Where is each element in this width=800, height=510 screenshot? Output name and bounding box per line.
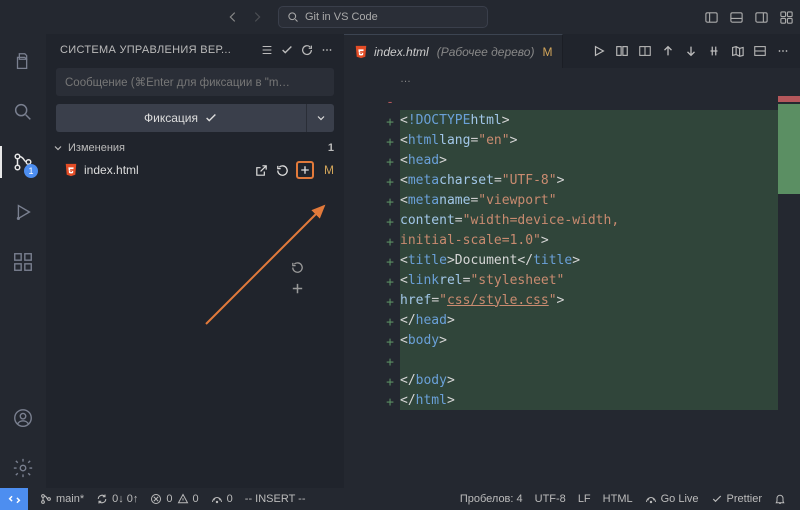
code-line[interactable]: </body> (400, 370, 778, 390)
changes-count: 1 (328, 142, 334, 154)
check-icon (204, 111, 218, 125)
scm-panel-title: СИСТЕМА УПРАВЛЕНИЯ ВЕР... (60, 44, 254, 56)
annotation-arrow (186, 194, 366, 334)
stage-changes-button[interactable] (296, 161, 314, 179)
activity-source-control[interactable]: 1 (0, 142, 46, 182)
activity-settings[interactable] (0, 448, 46, 488)
title-bar: Git in VS Code (0, 0, 800, 34)
code-line[interactable]: </head> (400, 310, 778, 330)
activity-search[interactable] (0, 92, 46, 132)
tab-status: M (542, 45, 552, 59)
diff-inline-icon[interactable] (753, 44, 767, 58)
status-spaces[interactable]: Пробелов: 4 (454, 493, 529, 505)
remote-indicator[interactable] (0, 488, 28, 510)
activity-run-debug[interactable] (0, 192, 46, 232)
code-line[interactable]: content="width=device-width, (400, 210, 778, 230)
code-line[interactable]: <html lang="en"> (400, 130, 778, 150)
scm-badge: 1 (24, 164, 38, 178)
status-ports[interactable]: 0 (205, 493, 239, 505)
code-line[interactable] (400, 90, 778, 110)
code-line[interactable]: <body> (400, 330, 778, 350)
revert-icon[interactable] (290, 260, 305, 275)
activity-bar: 1 (0, 34, 46, 488)
editor-more-icon[interactable] (776, 44, 790, 58)
chevron-down-icon (52, 142, 64, 154)
editor-actions (582, 34, 800, 68)
code-area[interactable]: <!DOCTYPE html><html lang="en"><head> <m… (400, 90, 778, 488)
minimap-deletion (778, 96, 800, 102)
code-line[interactable]: <link rel="stylesheet" (400, 270, 778, 290)
layout-icon[interactable] (638, 44, 652, 58)
commit-check-icon[interactable] (280, 43, 294, 57)
arrow-down-icon[interactable] (684, 44, 698, 58)
code-line[interactable]: href="css/style.css"> (400, 290, 778, 310)
code-line[interactable]: initial-scale=1.0"> (400, 230, 778, 250)
status-sync[interactable]: 0↓ 0↑ (90, 493, 144, 505)
html5-icon (64, 163, 78, 177)
commit-message-input[interactable]: Сообщение (⌘Enter для фиксации в "m… (56, 68, 334, 96)
code-line[interactable]: <head> (400, 150, 778, 170)
diff-swap-icon[interactable] (615, 44, 629, 58)
code-line[interactable] (400, 350, 778, 370)
status-vim-mode: -- INSERT -- (239, 493, 312, 505)
nav-back-icon[interactable] (226, 10, 240, 24)
editor-tabs: index.html (Рабочее дерево) M (344, 34, 800, 68)
status-encoding[interactable]: UTF-8 (529, 493, 572, 505)
breadcrumb[interactable]: … (344, 68, 800, 90)
changes-section-header[interactable]: Изменения 1 (46, 138, 344, 158)
open-file-icon[interactable] (254, 163, 269, 178)
nav-forward-icon[interactable] (250, 10, 264, 24)
command-center-text: Git in VS Code (305, 11, 378, 23)
activity-extensions[interactable] (0, 242, 46, 282)
whitespace-icon[interactable] (707, 44, 721, 58)
code-line[interactable]: <title>Document</title> (400, 250, 778, 270)
status-eol[interactable]: LF (572, 493, 597, 505)
layout-sidebar-left-icon[interactable] (704, 10, 719, 25)
command-center[interactable]: Git in VS Code (278, 6, 488, 28)
changed-file-row[interactable]: index.html M (46, 158, 344, 182)
status-branch[interactable]: main* (34, 493, 90, 505)
minimap[interactable] (778, 90, 800, 488)
changes-label: Изменения (68, 142, 125, 154)
file-status-m: M (324, 163, 334, 177)
diff-gutter: -+++++++++++++++ (380, 90, 400, 488)
activity-explorer[interactable] (0, 42, 46, 82)
status-problems[interactable]: 0 0 (144, 493, 204, 505)
status-notifications-icon[interactable] (768, 493, 792, 505)
map-icon[interactable] (730, 44, 744, 58)
refresh-icon[interactable] (300, 43, 314, 57)
code-line[interactable]: <!DOCTYPE html> (400, 110, 778, 130)
layout-sidebar-right-icon[interactable] (754, 10, 769, 25)
code-line[interactable]: </html> (400, 390, 778, 410)
minimap-addition (778, 104, 800, 194)
changed-file-name: index.html (84, 163, 248, 177)
arrow-up-icon[interactable] (661, 44, 675, 58)
code-line[interactable]: <meta name="viewport" (400, 190, 778, 210)
commit-button[interactable]: Фиксация (56, 104, 306, 132)
activity-accounts[interactable] (0, 398, 46, 438)
code-line[interactable]: <meta charset="UTF-8"> (400, 170, 778, 190)
status-language[interactable]: HTML (597, 493, 639, 505)
editor-tab[interactable]: index.html (Рабочее дерево) M (344, 34, 563, 68)
discard-changes-icon[interactable] (275, 163, 290, 178)
layout-customize-icon[interactable] (779, 10, 794, 25)
editor-group: index.html (Рабочее дерево) M … (344, 34, 800, 488)
layout-panel-icon[interactable] (729, 10, 744, 25)
commit-button-menu[interactable] (306, 104, 334, 132)
run-icon[interactable] (592, 44, 606, 58)
view-as-tree-icon[interactable] (260, 43, 274, 57)
status-bar: main* 0↓ 0↑ 0 0 0 -- INSERT -- Пробелов:… (0, 488, 800, 510)
status-go-live[interactable]: Go Live (639, 493, 705, 505)
tab-suffix: (Рабочее дерево) (437, 45, 535, 59)
scm-panel-header: СИСТЕМА УПРАВЛЕНИЯ ВЕР... (46, 34, 344, 66)
search-icon (287, 11, 299, 23)
diff-editor[interactable]: -+++++++++++++++ <!DOCTYPE html><html la… (344, 90, 800, 488)
scm-more-icon[interactable] (320, 43, 334, 57)
status-prettier[interactable]: Prettier (705, 493, 768, 505)
tab-filename: index.html (374, 45, 429, 59)
html5-icon (354, 45, 368, 59)
stage-plus-icon[interactable] (290, 281, 305, 296)
